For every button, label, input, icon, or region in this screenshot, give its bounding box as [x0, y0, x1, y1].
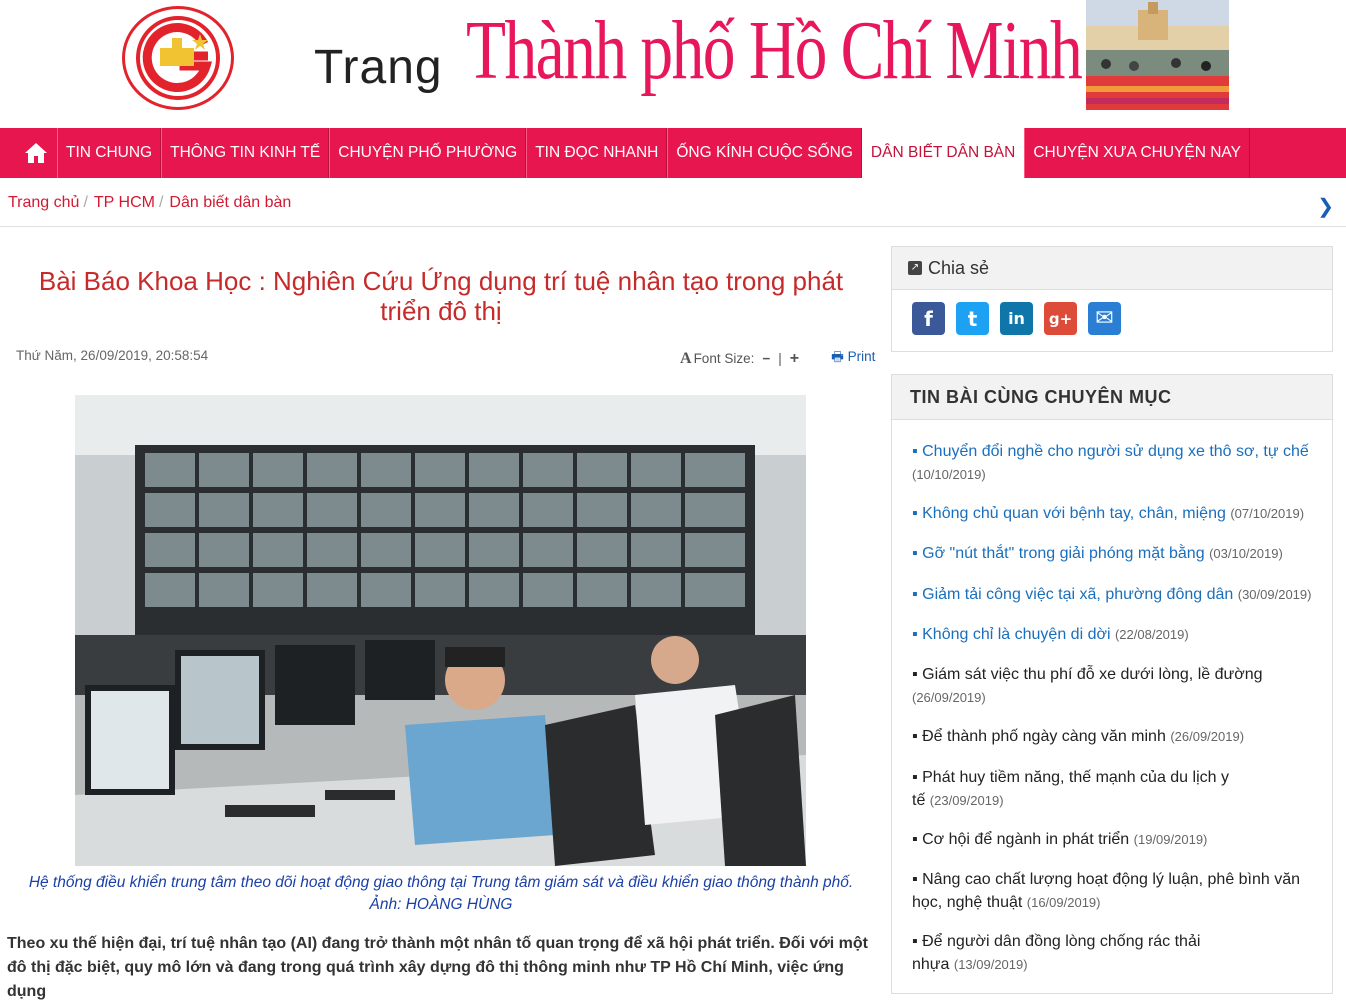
related-item-date: (26/09/2019) [912, 690, 986, 705]
font-increase-button[interactable]: + [790, 350, 799, 368]
article-title: Bài Báo Khoa Học : Nghiên Cứu Ứng dụng t… [38, 266, 844, 326]
related-item-title[interactable]: Để thành phố ngày càng văn minh [922, 728, 1166, 745]
font-decrease-button[interactable]: − [762, 351, 770, 366]
nav-item-ong-kinh-cuoc-song[interactable]: ỐNG KÍNH CUỘC SỐNG [667, 128, 862, 178]
breadcrumb-category-link[interactable]: Dân biết dân bàn [169, 194, 291, 212]
printer-icon: 🖶 [831, 349, 844, 364]
related-item-date: (19/09/2019) [1133, 832, 1208, 847]
font-size-divider: | [778, 351, 782, 366]
related-item[interactable]: ▪ Giảm tải công việc tại xã, phường đông… [912, 583, 1322, 606]
related-item-date: (16/09/2019) [1026, 895, 1101, 910]
nav-item-dan-biet-dan-ban[interactable]: DÂN BIẾT DÂN BÀN [861, 128, 1025, 178]
chevron-right-icon[interactable]: ❯ [1317, 194, 1334, 219]
logo-emblem-icon [136, 16, 220, 100]
home-icon [25, 143, 47, 163]
article-date: Thứ Năm, 26/09/2019, 20:58:54 [16, 348, 209, 363]
related-header: TIN BÀI CÙNG CHUYÊN MỤC [892, 375, 1332, 420]
related-item[interactable]: ▪ Phát huy tiềm năng, thế mạnh của du lị… [912, 766, 1242, 812]
related-item-date: (03/10/2019) [1209, 546, 1283, 561]
related-item-date: (10/10/2019) [912, 467, 986, 482]
breadcrumb-tphcm-link[interactable]: TP HCM [94, 194, 155, 212]
related-item-title[interactable]: Không chỉ là chuyện di dời [922, 626, 1110, 643]
print-button[interactable]: 🖶 Print [831, 347, 875, 370]
share-icon: ↗ [908, 261, 922, 275]
site-header: Trang Thành phố Hồ Chí Minh [0, 0, 1346, 128]
related-item[interactable]: ▪ Để người dân đồng lòng chống rác thải … [912, 930, 1222, 976]
nav-items: TIN CHUNG THÔNG TIN KINH TẾ CHUYỆN PHỐ P… [57, 128, 1250, 178]
related-item[interactable]: ▪ Chuyển đổi nghề cho người sử dụng xe t… [912, 440, 1312, 486]
facebook-icon[interactable]: f [912, 302, 945, 335]
related-item-date: (07/10/2019) [1230, 506, 1305, 521]
related-item[interactable]: ▪ Cơ hội để ngành in phát triển (19/09/2… [912, 828, 1312, 851]
header-trang-text: Trang [314, 41, 443, 94]
site-logo[interactable] [122, 6, 234, 110]
nav-item-tin-doc-nhanh[interactable]: TIN ĐỌC NHANH [526, 128, 668, 178]
related-item-title[interactable]: Giám sát việc thu phí đỗ xe dưới lòng, l… [922, 666, 1262, 683]
related-item-date: (13/09/2019) [953, 957, 1028, 972]
related-item-title[interactable]: Không chủ quan với bệnh tay, chân, miệng [922, 505, 1226, 522]
related-panel: TIN BÀI CÙNG CHUYÊN MỤC ▪ Chuyển đổi ngh… [891, 374, 1333, 994]
header-city-photo [1086, 0, 1229, 110]
related-item[interactable]: ▪ Không chủ quan với bệnh tay, chân, miệ… [912, 502, 1312, 525]
related-item-date: (30/09/2019) [1237, 587, 1312, 602]
breadcrumb: Trang chủ / TP HCM / Dân biết dân bàn ❯ [0, 182, 1346, 227]
share-title: Chia sẻ [928, 257, 990, 278]
header-city-title: Thành phố Hồ Chí Minh [466, 4, 1083, 97]
related-item[interactable]: ▪ Để thành phố ngày càng văn minh (26/09… [912, 725, 1312, 748]
nav-item-chuyen-pho-phuong[interactable]: CHUYỆN PHỐ PHƯỜNG [329, 128, 527, 178]
linkedin-icon[interactable]: in [1000, 302, 1033, 335]
related-item-title[interactable]: Chuyển đổi nghề cho người sử dụng xe thô… [922, 443, 1309, 460]
email-icon[interactable]: ✉ [1088, 302, 1121, 335]
related-item-date: (22/08/2019) [1114, 627, 1189, 642]
print-label: Print [847, 349, 876, 364]
breadcrumb-home-link[interactable]: Trang chủ [8, 194, 79, 212]
related-item[interactable]: ▪ Nâng cao chất lượng hoạt động lý luận,… [912, 868, 1312, 914]
breadcrumb-separator: / [83, 194, 88, 211]
nav-home-button[interactable] [15, 128, 57, 178]
nav-item-tin-chung[interactable]: TIN CHUNG [57, 128, 162, 178]
related-item[interactable]: ▪ Gỡ "nút thắt" trong giải phóng mặt bằn… [912, 542, 1312, 565]
nav-item-thong-tin-kinh-te[interactable]: THÔNG TIN KINH TẾ [161, 128, 330, 178]
font-size-label: Font Size: [693, 351, 755, 366]
related-item[interactable]: ▪ Giám sát việc thu phí đỗ xe dưới lòng,… [912, 663, 1312, 709]
article-photo [75, 395, 806, 866]
share-panel: ↗ Chia sẻ f t in g+ ✉ [891, 246, 1333, 352]
font-size-icon: A [680, 349, 692, 367]
photo-caption: Hệ thống điều khiển trung tâm theo dõi h… [28, 874, 854, 913]
article-tools: A Font Size: − | + 🖶 Print [680, 347, 875, 370]
related-item-title[interactable]: Gỡ "nút thắt" trong giải phóng mặt bằng [922, 545, 1204, 562]
twitter-icon[interactable]: t [956, 302, 989, 335]
related-item[interactable]: ▪ Không chỉ là chuyện di dời (22/08/2019… [912, 623, 1312, 646]
share-header: ↗ Chia sẻ [892, 247, 1332, 290]
related-item-title[interactable]: Giảm tải công việc tại xã, phường đông d… [922, 586, 1233, 603]
googleplus-icon[interactable]: g+ [1044, 302, 1077, 335]
related-item-title[interactable]: Nâng cao chất lượng hoạt động lý luận, p… [912, 871, 1300, 911]
nav-item-chuyen-xua-chuyen-nay[interactable]: CHUYỆN XƯA CHUYỆN NAY [1024, 128, 1250, 178]
related-item-date: (26/09/2019) [1170, 729, 1245, 744]
related-item-date: (23/09/2019) [929, 793, 1004, 808]
share-icons: f t in g+ ✉ [892, 290, 1332, 335]
article-lead: Theo xu thế hiện đại, trí tuệ nhân tạo (… [7, 935, 868, 1000]
breadcrumb-separator: / [158, 194, 164, 211]
main-nav: TIN CHUNG THÔNG TIN KINH TẾ CHUYỆN PHỐ P… [0, 128, 1346, 178]
related-item-title[interactable]: Cơ hội để ngành in phát triển [922, 831, 1129, 848]
